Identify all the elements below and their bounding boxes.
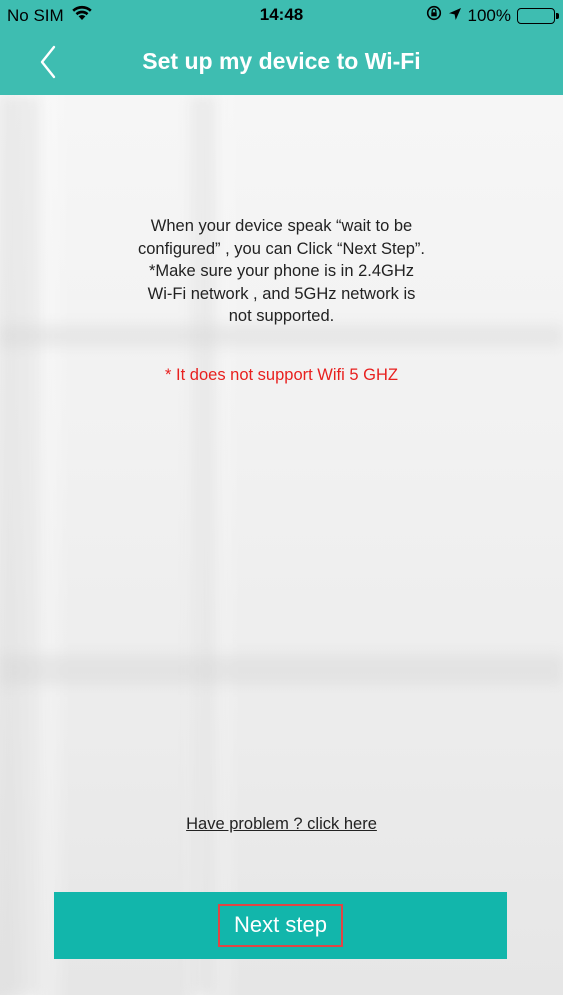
instruction-line: Wi-Fi network , and 5GHz network is [147,284,416,303]
instructions-text: When your device speak “wait to be confi… [80,215,483,328]
instruction-line: *Make sure your phone is in 2.4GHz [148,262,415,280]
next-step-button[interactable]: Next step [54,892,507,959]
header: No SIM 14:48 100% Set up my device to Wi… [0,0,563,95]
page-title: Set up my device to Wi-Fi [142,48,421,74]
next-step-label: Next step [218,904,343,947]
location-arrow-icon [448,6,462,26]
status-bar: No SIM 14:48 100% [0,0,563,30]
instruction-line: configured” , you can Click “Next Step”. [137,239,426,258]
have-problem-link[interactable]: Have problem ? click here [0,815,563,834]
status-right: 100% [426,5,559,26]
wifi-5ghz-warning: * It does not support Wifi 5 GHZ [165,366,398,384]
instruction-line: When your device speak “wait to be [150,217,413,235]
nav-bar: Set up my device to Wi-Fi [0,30,563,95]
instruction-line: not supported. [228,307,335,325]
rotation-lock-icon [426,5,442,26]
battery-percent: 100% [467,5,511,25]
battery-icon [517,7,559,24]
wifi-setup-screen: No SIM 14:48 100% Set up my device to Wi… [0,0,563,995]
